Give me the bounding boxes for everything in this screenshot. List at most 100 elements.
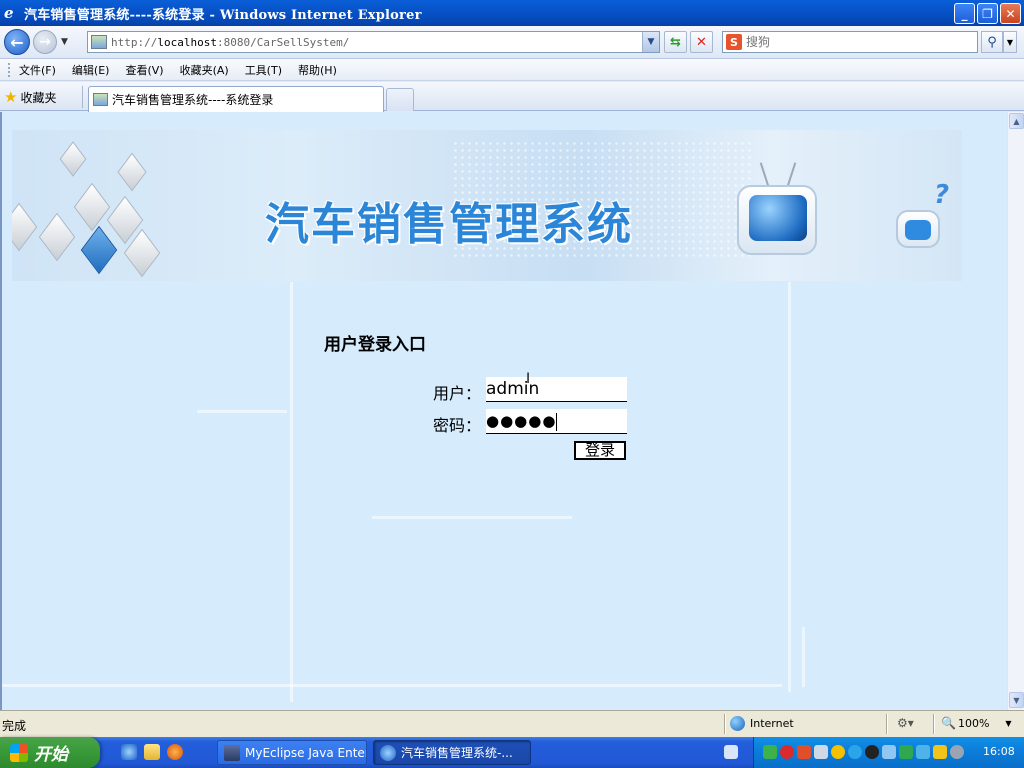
address-dropdown-icon[interactable]: ▼ <box>642 32 659 52</box>
task-label: MyEclipse Java Enter... <box>245 745 367 760</box>
security-zone[interactable]: Internet <box>730 716 794 731</box>
decor-line <box>788 282 791 692</box>
menu-favorites[interactable]: 收藏夹(A) <box>180 62 229 78</box>
start-button[interactable]: 开始 <box>0 737 100 768</box>
menu-bar: 文件(F) 编辑(E) 查看(V) 收藏夹(A) 工具(T) 帮助(H) <box>0 59 1024 81</box>
page-icon <box>91 35 107 49</box>
window-title: 汽车销售管理系统----系统登录 - Windows Internet Expl… <box>24 7 422 23</box>
cube-graphic <box>80 225 118 275</box>
ie-icon <box>380 744 396 761</box>
task-label: 汽车销售管理系统-... <box>401 746 513 760</box>
url-host: localhost <box>157 35 217 49</box>
tab-active[interactable]: 汽车销售管理系统----系统登录 <box>88 86 384 112</box>
zone-label: Internet <box>750 717 794 730</box>
menu-file[interactable]: 文件(F) <box>19 62 56 78</box>
vertical-scrollbar[interactable]: ▲ ▼ <box>1007 112 1024 710</box>
sogou-icon: S <box>726 34 742 50</box>
ie-quicklaunch-icon[interactable] <box>121 744 137 760</box>
scroll-up-icon[interactable]: ▲ <box>1009 113 1024 129</box>
protected-mode-icon[interactable]: ⚙▾ <box>897 716 914 730</box>
username-label: 用户： <box>433 384 482 403</box>
decor-line <box>372 516 572 519</box>
tv-screen <box>749 195 807 241</box>
folder-quicklaunch-icon[interactable] <box>144 744 160 760</box>
status-bar: 完成 Internet ⚙▾ 🔍 100% ▼ <box>0 710 1024 736</box>
divider <box>724 714 725 734</box>
question-mark-icon: ? <box>934 180 950 210</box>
password-input[interactable]: ●●●●● <box>486 409 627 434</box>
close-button[interactable]: ✕ <box>1000 3 1021 24</box>
ie-logo-icon: e <box>4 4 14 22</box>
search-input[interactable] <box>746 35 966 49</box>
banner-title: 汽车销售管理系统 <box>265 199 633 250</box>
keyboard-icon[interactable] <box>724 745 738 759</box>
star-icon: ★ <box>4 88 18 106</box>
username-input[interactable] <box>486 377 627 402</box>
tray-icon[interactable] <box>797 745 811 759</box>
restore-button[interactable]: ❐ <box>977 3 998 24</box>
search-options-dropdown-icon[interactable]: ▼ <box>1003 31 1017 53</box>
cube-graphic <box>38 212 76 262</box>
myeclipse-icon <box>224 744 240 761</box>
status-text: 完成 <box>2 719 27 733</box>
page-content: 汽车销售管理系统 ? 用户登录入口 用户： I 密码： ●●●●● 登录 <box>0 112 1007 710</box>
task-myeclipse[interactable]: MyEclipse Java Enter... <box>217 740 367 765</box>
decor-line <box>290 282 293 702</box>
address-bar[interactable]: http://localhost:8080/CarSellSystem/ ▼ <box>87 31 660 53</box>
tray-icon[interactable] <box>882 745 896 759</box>
tray-icon[interactable] <box>933 745 947 759</box>
page-icon <box>93 93 108 106</box>
password-mask: ●●●●● <box>486 412 557 430</box>
tray-icon[interactable] <box>831 745 845 759</box>
tray-icon[interactable] <box>780 745 794 759</box>
toolbar-grip[interactable] <box>8 62 11 77</box>
qq-icon[interactable] <box>865 745 879 759</box>
refresh-button[interactable]: ⇆ <box>664 31 687 53</box>
firefox-quicklaunch-icon[interactable] <box>167 744 183 760</box>
search-box[interactable]: S <box>722 31 978 53</box>
tray-icon[interactable] <box>814 745 828 759</box>
start-label: 开始 <box>34 745 68 765</box>
cube-graphic <box>117 152 147 192</box>
cube-graphic <box>73 182 111 232</box>
address-url[interactable]: http://localhost:8080/CarSellSystem/ <box>111 36 349 49</box>
menu-tools[interactable]: 工具(T) <box>245 62 282 78</box>
decor-line <box>802 627 805 687</box>
tray-icon[interactable] <box>916 745 930 759</box>
address-toolbar: ← → ▼ http://localhost:8080/CarSellSyste… <box>0 26 1024 59</box>
taskbar: 开始 MyEclipse Java Enter... 汽车销售管理系统-... … <box>0 737 1024 768</box>
decor-line <box>197 410 287 413</box>
menu-view[interactable]: 查看(V) <box>125 62 163 78</box>
header-banner: 汽车销售管理系统 ? <box>12 130 962 281</box>
new-tab-button[interactable] <box>386 88 414 111</box>
window-titlebar[interactable]: e 汽车销售管理系统----系统登录 - Windows Internet Ex… <box>0 0 1024 26</box>
tab-bar: ★ 收藏夹 汽车销售管理系统----系统登录 <box>0 82 1024 112</box>
forward-button[interactable]: → <box>33 30 57 54</box>
url-prefix: http:// <box>111 35 158 49</box>
minimize-button[interactable]: _ <box>954 3 975 24</box>
zoom-control[interactable]: 🔍 100% ▼ <box>941 716 1012 730</box>
tray-icon[interactable] <box>848 745 862 759</box>
tray-icon[interactable] <box>763 745 777 759</box>
robot-head <box>896 210 940 248</box>
zoom-dropdown-icon[interactable]: ▼ <box>1005 719 1011 728</box>
task-ie[interactable]: 汽车销售管理系统-... <box>373 740 531 765</box>
menu-edit[interactable]: 编辑(E) <box>72 62 110 78</box>
robot-illustration: ? <box>890 180 949 264</box>
login-heading: 用户登录入口 <box>324 335 426 355</box>
favorites-button[interactable]: ★ 收藏夹 <box>4 86 56 108</box>
stop-button[interactable]: ✕ <box>690 31 713 53</box>
window-controls: _ ❐ ✕ <box>954 3 1021 24</box>
back-button[interactable]: ← <box>4 29 30 55</box>
tray-icon[interactable] <box>950 745 964 759</box>
text-caret <box>556 412 558 431</box>
robot-face <box>905 220 931 240</box>
search-go-button[interactable]: ⚲ <box>981 31 1003 53</box>
history-dropdown-icon[interactable]: ▼ <box>61 37 68 47</box>
divider <box>886 714 887 734</box>
login-button[interactable]: 登录 <box>574 441 626 460</box>
tray-icon[interactable] <box>899 745 913 759</box>
scroll-down-icon[interactable]: ▼ <box>1009 692 1024 708</box>
menu-help[interactable]: 帮助(H) <box>298 62 337 78</box>
globe-icon <box>730 716 745 731</box>
